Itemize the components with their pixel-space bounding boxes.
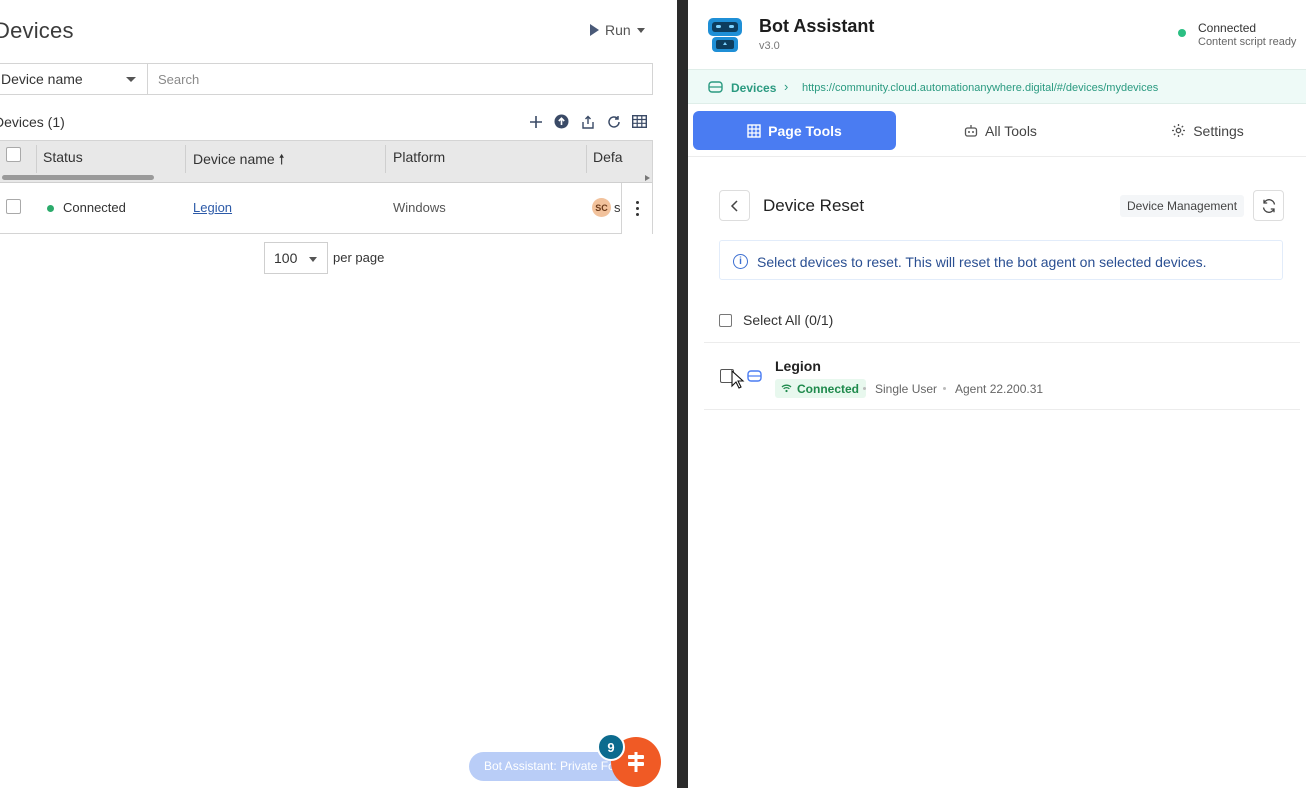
tab-page-tools[interactable]: Page Tools (693, 111, 896, 150)
separator-dot (943, 387, 946, 390)
section-header: Device Reset Device Management (719, 190, 1284, 222)
cell-default-text: s (614, 200, 621, 215)
category-badge: Device Management (1120, 195, 1245, 217)
section-title: Device Reset (763, 196, 865, 215)
select-all-label: Select All (0/1) (743, 312, 834, 328)
grid-icon (747, 123, 761, 138)
row-actions-button[interactable] (621, 183, 652, 234)
separator-dot (863, 387, 866, 390)
url-bar: Devices › https://community.cloud.automa… (688, 69, 1306, 104)
chevron-left-icon (730, 199, 738, 212)
table-row[interactable]: Connected Legion Windows SC s (0, 183, 652, 234)
back-button[interactable] (719, 190, 750, 221)
cell-platform: Windows (393, 200, 446, 215)
search-input[interactable] (147, 63, 653, 95)
export-icon[interactable] (580, 114, 595, 129)
tab-label: All Tools (985, 122, 1037, 139)
chevron-down-icon (126, 77, 136, 82)
device-icon (708, 81, 723, 93)
avatar: SC (592, 198, 611, 217)
bot-signpost-icon (628, 752, 644, 772)
page-title: Devices (0, 18, 74, 43)
more-vertical-icon (635, 201, 639, 204)
tab-label: Settings (1193, 122, 1244, 139)
select-all-checkbox[interactable] (719, 313, 732, 327)
devices-table: Status Device name 🠕 Platform Defa Conne… (0, 140, 653, 234)
mouse-cursor-icon (731, 370, 745, 389)
robot-logo-icon (708, 18, 742, 52)
panel-header: Bot Assistant v3.0 Connected Content scr… (688, 0, 1306, 68)
select-all-checkbox[interactable] (6, 147, 21, 162)
tab-label: Page Tools (768, 122, 842, 139)
status-badge: Connected (775, 379, 867, 398)
table-header: Status Device name 🠕 Platform Defa (0, 141, 652, 183)
panel-title: Bot Assistant (759, 16, 875, 36)
column-divider (586, 145, 587, 173)
horizontal-scrollbar[interactable] (2, 175, 154, 180)
panel-version: v3.0 (759, 40, 780, 52)
devices-page: Devices Run Device name Devices (1) (0, 0, 677, 788)
gear-icon (1172, 124, 1186, 137)
refresh-icon[interactable] (606, 114, 621, 129)
column-divider (185, 145, 186, 173)
info-banner: i Select devices to reset. This will res… (719, 240, 1283, 280)
list-item[interactable]: Legion Connected Single User Agent 22.20… (704, 343, 1300, 410)
column-header-label: Device name (193, 151, 275, 167)
bot-assistant-panel: Bot Assistant v3.0 Connected Content scr… (688, 0, 1306, 788)
info-icon: i (733, 254, 748, 269)
robot-icon (964, 125, 978, 137)
cell-status: Connected (63, 200, 126, 215)
column-header-device-name[interactable]: Device name 🠕 (193, 149, 285, 173)
chevron-right-icon: › (784, 79, 789, 94)
notification-badge: 9 (597, 733, 625, 761)
upload-icon[interactable] (554, 114, 569, 129)
column-divider (36, 145, 37, 173)
device-name-link[interactable]: Legion (193, 200, 232, 215)
column-header-platform[interactable]: Platform (393, 149, 445, 165)
sort-ascending-icon: 🠕 (278, 151, 285, 167)
per-page-label: per page (333, 250, 385, 265)
status-text: Connected (797, 382, 860, 396)
run-button[interactable]: Run (590, 22, 645, 38)
info-text: Select devices to reset. This will reset… (757, 254, 1207, 270)
refresh-icon (1262, 198, 1275, 213)
per-page-value: 100 (274, 250, 298, 266)
page-url: https://community.cloud.automationanywhe… (802, 82, 1159, 94)
wifi-icon (781, 384, 792, 393)
refresh-button[interactable] (1253, 190, 1284, 221)
play-icon (590, 24, 599, 36)
table-toolbar (528, 114, 647, 129)
column-header-default[interactable]: Defa (593, 149, 623, 165)
device-agent-version: Agent 22.200.31 (955, 382, 1044, 396)
status-dot (47, 205, 54, 212)
connection-status-subtitle: Content script ready (1198, 36, 1297, 48)
chevron-down-icon (636, 27, 645, 33)
scroll-right-arrow[interactable] (645, 175, 650, 181)
connection-status-title: Connected (1198, 21, 1257, 35)
tab-all-tools[interactable]: All Tools (933, 111, 1068, 150)
tab-settings[interactable]: Settings (1140, 111, 1275, 150)
add-icon[interactable] (528, 114, 543, 129)
filter-field-select[interactable]: Device name (0, 63, 148, 95)
panel-tabs: Page Tools All Tools Settings (688, 105, 1306, 157)
panel-divider (677, 0, 688, 788)
devices-count-label: Devices (1) (0, 114, 65, 130)
column-header-status[interactable]: Status (43, 149, 83, 165)
per-page-select[interactable]: 100 (264, 242, 328, 274)
device-user-mode: Single User (875, 382, 938, 396)
device-icon (747, 370, 762, 382)
chevron-down-icon (309, 257, 317, 262)
column-divider (385, 145, 386, 173)
connection-status-dot (1178, 29, 1186, 37)
breadcrumb-devices[interactable]: Devices (731, 81, 776, 95)
device-name: Legion (775, 358, 821, 374)
row-checkbox[interactable] (6, 199, 21, 214)
filter-field-label: Device name (1, 71, 83, 87)
columns-icon[interactable] (632, 114, 647, 129)
select-all-row[interactable]: Select All (0/1) (719, 312, 833, 328)
run-label: Run (605, 22, 631, 38)
